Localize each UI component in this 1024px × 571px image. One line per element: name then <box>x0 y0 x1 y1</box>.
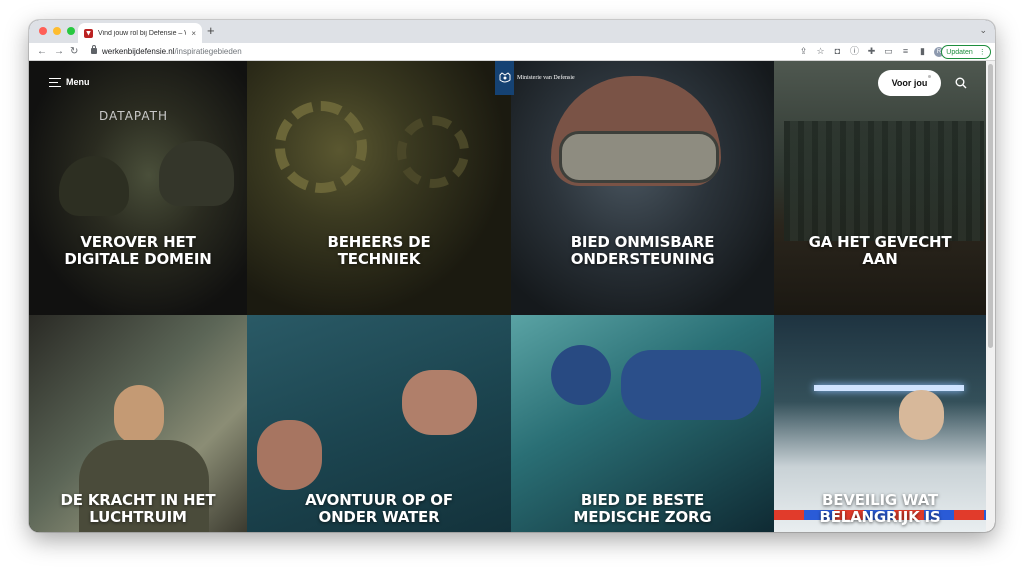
web-page: DATAPATH VEROVER HET DIGITALE DOMEIN BEHE… <box>29 61 995 532</box>
tile-beveilig[interactable]: BEVEILIG WAT BELANGRIJK IS <box>774 315 986 532</box>
lock-icon[interactable] <box>91 45 97 54</box>
toolbar-icons: ⇪ ☆ ◘ ⓘ ✚ ▭ ≡ ▮ R <box>798 45 944 58</box>
tile-label: BEVEILIG WAT BELANGRIJK IS <box>819 491 941 526</box>
hamburger-icon <box>49 77 61 87</box>
forward-arrow-icon[interactable]: → <box>54 45 64 59</box>
window-controls <box>39 27 75 35</box>
voor-jou-label: Voor jou <box>891 78 928 88</box>
tile-gevecht[interactable]: GA HET GEVECHT AAN <box>774 61 986 315</box>
search-icon[interactable] <box>955 77 967 89</box>
soldier-helmet-graphic <box>159 141 234 206</box>
datapath-overlay-text: DATAPATH <box>99 109 169 123</box>
officer-graphic <box>899 390 944 440</box>
tab-title: Vind jouw rol bij Defensie – We <box>98 29 187 37</box>
defensie-favicon-icon <box>84 28 93 38</box>
menu-label: Menu <box>66 77 90 87</box>
menu-button[interactable]: Menu <box>49 77 90 87</box>
maximize-window-button[interactable] <box>67 27 75 35</box>
tab-search-chevron-icon[interactable]: ⌄ <box>979 25 987 36</box>
url-path: /inspiratiegebieden <box>174 47 242 56</box>
more-menu-icon: ⋮ <box>978 49 986 56</box>
reading-list-icon[interactable]: ≡ <box>900 45 911 58</box>
tile-luchtruim[interactable]: DE KRACHT IN HET LUCHTRUIM <box>29 315 247 532</box>
police-light-graphic <box>814 385 964 391</box>
close-window-button[interactable] <box>39 27 47 35</box>
coat-of-arms-icon <box>499 72 510 83</box>
update-button-label: Updaten <box>946 48 973 56</box>
tile-label: BIED DE BESTE MEDISCHE ZORG <box>573 491 712 526</box>
tab-close-icon[interactable]: × <box>191 29 196 38</box>
tile-digitale-domein[interactable]: DATAPATH VEROVER HET DIGITALE DOMEIN <box>29 61 247 315</box>
gloved-hand-graphic <box>621 350 761 420</box>
bookmark-star-icon[interactable]: ☆ <box>815 45 826 58</box>
logo-text: Ministerie van Defensie <box>517 75 575 81</box>
soldier-helmet-graphic <box>59 156 129 216</box>
minimize-window-button[interactable] <box>53 27 61 35</box>
forest-graphic <box>784 121 984 241</box>
gear-graphic <box>275 101 367 193</box>
goggles-graphic <box>559 131 719 183</box>
tile-label: BIED ONMISBARE ONDERSTEUNING <box>570 233 715 268</box>
back-arrow-icon[interactable]: ← <box>37 45 47 59</box>
update-browser-button[interactable]: Updaten ⋮ <box>941 45 991 59</box>
new-tab-button[interactable]: + <box>207 23 215 39</box>
browser-window: Vind jouw rol bij Defensie – We × + ⌄ ← … <box>29 20 995 532</box>
camera-icon[interactable]: ◘ <box>832 45 843 58</box>
page-scrollbar[interactable] <box>986 61 995 532</box>
tile-label: GA HET GEVECHT AAN <box>808 233 952 268</box>
browser-tab[interactable]: Vind jouw rol bij Defensie – We × <box>78 23 202 43</box>
gear-graphic <box>397 116 469 188</box>
fist-graphic <box>402 370 477 435</box>
tile-water[interactable]: AVONTUUR OP OF ONDER WATER <box>247 315 511 532</box>
tile-label: AVONTUUR OP OF ONDER WATER <box>305 491 453 526</box>
site-logo[interactable]: Ministerie van Defensie <box>495 61 575 95</box>
tab-strip: Vind jouw rol bij Defensie – We × + ⌄ <box>29 20 995 43</box>
gloved-hand-graphic <box>551 345 611 405</box>
tile-label: BEHEERS DE TECHNIEK <box>327 233 431 268</box>
tile-techniek[interactable]: BEHEERS DE TECHNIEK <box>247 61 511 315</box>
tile-label: DE KRACHT IN HET LUCHTRUIM <box>60 491 216 526</box>
side-panel-icon[interactable]: ▮ <box>917 45 928 58</box>
info-icon[interactable]: ⓘ <box>849 45 860 58</box>
reload-icon[interactable]: ↻ <box>70 45 78 59</box>
coat-of-arms-logo-box <box>495 61 514 95</box>
voor-jou-button[interactable]: Voor jou <box>878 70 941 96</box>
address-bar[interactable]: werkenbijdefensie.nl/inspiratiegebieden <box>102 46 242 58</box>
notification-dot-icon <box>928 75 931 78</box>
share-icon[interactable]: ⇪ <box>798 45 809 58</box>
url-domain: werkenbijdefensie.nl <box>102 47 175 56</box>
scrollbar-thumb[interactable] <box>988 64 993 348</box>
tile-medische-zorg[interactable]: BIED DE BESTE MEDISCHE ZORG <box>511 315 774 532</box>
fist-graphic <box>257 420 322 490</box>
tile-label: VEROVER HET DIGITALE DOMEIN <box>64 233 212 268</box>
pilot-face-graphic <box>114 385 164 445</box>
extensions-puzzle-icon[interactable]: ✚ <box>866 45 877 58</box>
tile-ondersteuning[interactable]: BIED ONMISBARE ONDERSTEUNING <box>511 61 774 315</box>
cast-icon[interactable]: ▭ <box>883 45 894 58</box>
browser-toolbar: ← → ↻ werkenbijdefensie.nl/inspiratiegeb… <box>29 43 995 61</box>
